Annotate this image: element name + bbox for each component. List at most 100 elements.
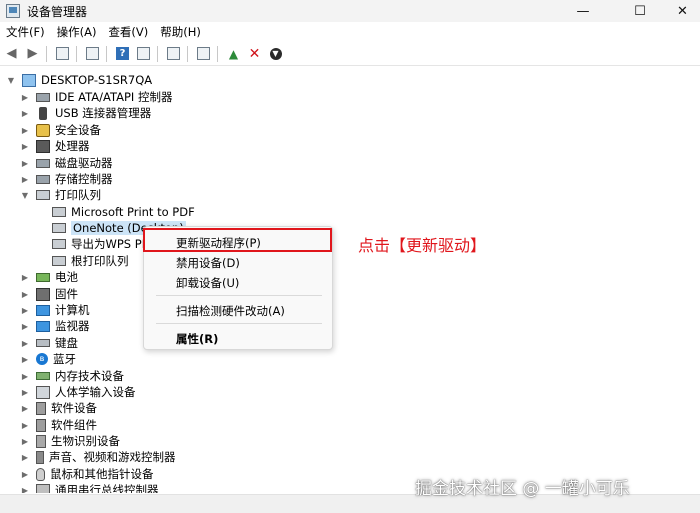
tree-category-usb-controllers[interactable]: ▶ 通用串行总线控制器 (20, 482, 159, 493)
menu-separator (156, 323, 322, 324)
category-label: 电池 (55, 270, 78, 284)
tree-category-storage[interactable]: ▶ 存储控制器 (20, 171, 113, 187)
tree-category-software-components[interactable]: ▶ 软件组件 (20, 417, 97, 433)
chevron-right-icon[interactable]: ▶ (20, 126, 30, 135)
tree-category-keyboard[interactable]: ▶ 键盘 (20, 335, 78, 351)
menu-uninstall-device[interactable]: 卸载设备(U) (176, 275, 239, 291)
speaker-icon (36, 450, 44, 464)
chevron-right-icon[interactable]: ▶ (20, 453, 30, 462)
print-button[interactable] (164, 45, 183, 63)
chevron-right-icon[interactable]: ▶ (20, 322, 30, 331)
minimize-button[interactable]: — (560, 0, 606, 22)
tree-root[interactable]: ▼ DESKTOP-S1SR7QA (6, 72, 152, 88)
category-label: 蓝牙 (53, 352, 76, 366)
back-button[interactable]: ◀ (2, 45, 21, 63)
battery-icon (36, 272, 50, 282)
toolbar-separator (217, 45, 218, 62)
view-button[interactable] (134, 45, 153, 63)
tree-category-memory-tech[interactable]: ▶ 内存技术设备 (20, 368, 124, 384)
menu-view[interactable]: 查看(V) (102, 24, 154, 40)
chevron-right-icon[interactable]: ▶ (20, 109, 30, 118)
toolbar-separator (106, 45, 107, 62)
menu-action[interactable]: 操作(A) (51, 24, 103, 40)
tree-category-firmware[interactable]: ▶ 固件 (20, 286, 78, 302)
tree-category-usb-connector[interactable]: ▶ USB 连接器管理器 (20, 105, 151, 121)
chevron-right-icon[interactable]: ▶ (20, 175, 30, 184)
menu-file[interactable]: 文件(F) (0, 24, 51, 40)
tree-category-bluetooth[interactable]: ▶ ʙ 蓝牙 (20, 351, 76, 367)
security-device-icon (36, 123, 50, 137)
category-label: 声音、视频和游戏控制器 (49, 450, 176, 464)
usb-controller-icon (36, 483, 50, 493)
forward-button[interactable]: ▶ (23, 45, 42, 63)
chevron-down-icon[interactable]: ▼ (6, 76, 16, 85)
storage-controller-icon (36, 174, 50, 184)
maximize-button[interactable]: ☐ (617, 0, 663, 22)
computer-icon (22, 73, 36, 87)
toolbar-separator (157, 45, 158, 62)
menu-help[interactable]: 帮助(H) (154, 24, 207, 40)
chevron-right-icon[interactable]: ▶ (20, 142, 30, 151)
scan-hardware-button[interactable] (194, 45, 213, 63)
chevron-right-icon[interactable]: ▶ (20, 421, 30, 430)
properties-button[interactable] (83, 45, 102, 63)
usb-icon (39, 106, 47, 120)
show-hide-console-tree-button[interactable] (53, 45, 72, 63)
tree-category-ide[interactable]: ▶ IDE ATA/ATAPI 控制器 (20, 89, 173, 105)
update-driver-button[interactable]: ▼ (266, 45, 285, 63)
chevron-right-icon[interactable]: ▶ (20, 159, 30, 168)
category-label: 鼠标和其他指针设备 (50, 467, 154, 481)
uninstall-device-button[interactable]: ✕ (245, 45, 264, 63)
chevron-right-icon[interactable]: ▶ (20, 486, 30, 494)
tree-item-root-print-queue[interactable]: 根打印队列 (52, 253, 129, 269)
tree-category-software-devices[interactable]: ▶ 软件设备 (20, 400, 97, 416)
tree-category-processor[interactable]: ▶ 处理器 (20, 138, 90, 154)
help-button[interactable]: ? (113, 45, 132, 63)
properties-icon (86, 47, 99, 60)
add-driver-button[interactable]: ▲ (224, 45, 243, 63)
category-label: 监视器 (55, 319, 90, 333)
tree-item-print-to-pdf[interactable]: Microsoft Print to PDF (52, 204, 195, 220)
tree-category-sound[interactable]: ▶ 声音、视频和游戏控制器 (20, 449, 176, 465)
printer-icon (167, 47, 180, 60)
chevron-right-icon[interactable]: ▶ (20, 470, 30, 479)
category-label: 安全设备 (55, 123, 101, 137)
chevron-down-icon[interactable]: ▼ (20, 191, 30, 200)
menu-properties[interactable]: 属性(R) (176, 331, 218, 347)
category-label: 通用串行总线控制器 (55, 483, 159, 493)
close-button[interactable]: ✕ (665, 0, 700, 22)
tree-category-hid[interactable]: ▶ 人体学输入设备 (20, 384, 136, 400)
tree-item-wps-pdf[interactable]: 导出为WPS PDF (52, 236, 157, 252)
memory-device-icon (36, 372, 50, 380)
chevron-right-icon[interactable]: ▶ (20, 290, 30, 299)
category-label: USB 连接器管理器 (55, 106, 152, 120)
tree-category-mouse[interactable]: ▶ 鼠标和其他指针设备 (20, 466, 154, 482)
chevron-right-icon[interactable]: ▶ (20, 93, 30, 102)
tree-category-computer[interactable]: ▶ 计算机 (20, 302, 90, 318)
menu-scan-hardware[interactable]: 扫描检测硬件改动(A) (176, 303, 285, 319)
tree-category-disk[interactable]: ▶ 磁盘驱动器 (20, 155, 113, 171)
tree-category-monitor[interactable]: ▶ 监视器 (20, 318, 90, 334)
arrow-right-icon: ▶ (27, 46, 38, 61)
chevron-right-icon[interactable]: ▶ (20, 404, 30, 413)
menu-disable-device[interactable]: 禁用设备(D) (176, 255, 240, 271)
chevron-right-icon[interactable]: ▶ (20, 388, 30, 397)
chevron-right-icon[interactable]: ▶ (20, 306, 30, 315)
chevron-right-icon[interactable]: ▶ (20, 355, 30, 364)
chevron-right-icon[interactable]: ▶ (20, 273, 30, 282)
processor-icon (36, 139, 50, 153)
tree-category-battery[interactable]: ▶ 电池 (20, 269, 78, 285)
disk-drive-icon (36, 158, 50, 168)
tree-category-security[interactable]: ▶ 安全设备 (20, 122, 101, 138)
tree-category-biometric[interactable]: ▶ 生物识别设备 (20, 433, 120, 449)
category-label: 软件组件 (51, 418, 97, 432)
printer-icon (52, 256, 66, 266)
category-label: 磁盘驱动器 (55, 156, 113, 170)
hid-icon (36, 385, 50, 399)
tree-category-print-queue[interactable]: ▼ 打印队列 (20, 187, 101, 203)
help-icon: ? (116, 47, 129, 60)
chevron-right-icon[interactable]: ▶ (20, 437, 30, 446)
mouse-icon (36, 467, 45, 481)
chevron-right-icon[interactable]: ▶ (20, 339, 30, 348)
chevron-right-icon[interactable]: ▶ (20, 372, 30, 381)
